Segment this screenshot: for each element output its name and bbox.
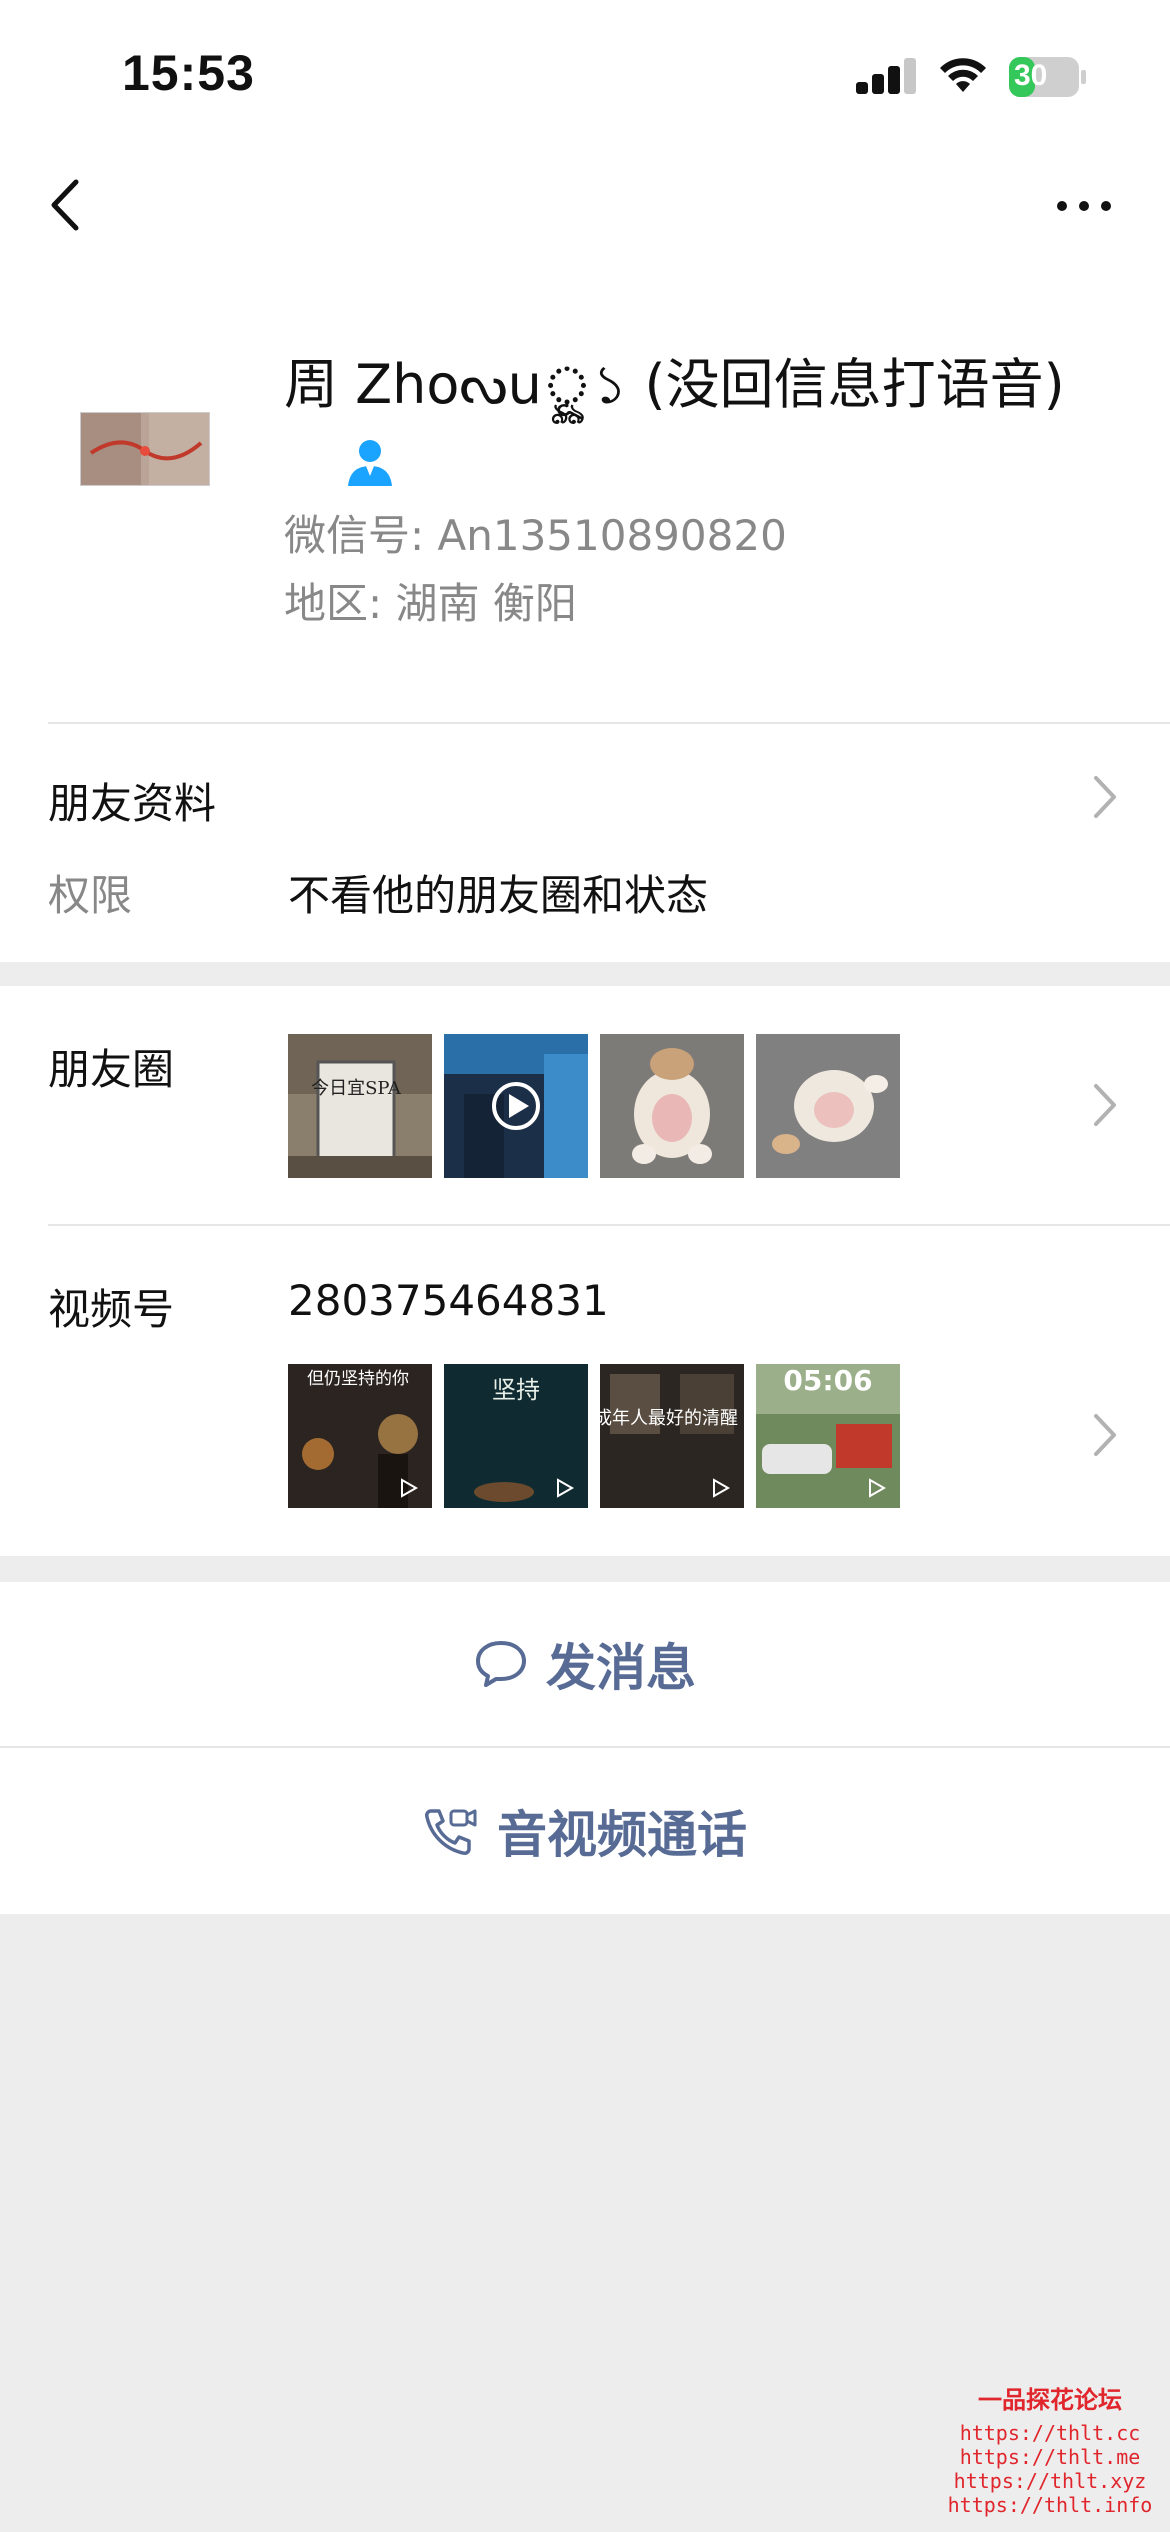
permission-label: 权限 — [48, 871, 133, 920]
moments-thumb-3[interactable] — [600, 1034, 744, 1178]
channels-thumb-1[interactable]: 但仍坚持的你 — [288, 1364, 432, 1508]
avatar[interactable] — [80, 412, 210, 486]
wechat-id: 微信号: An13510890820 — [284, 511, 787, 560]
av-call-label: 音视频通话 — [497, 1806, 747, 1864]
channels-thumb-3-caption: 成年人最好的清醒 — [600, 1408, 738, 1429]
back-arrow-icon[interactable] — [40, 170, 90, 240]
more-options-icon[interactable] — [1052, 186, 1116, 226]
send-message-button[interactable]: 发消息 — [0, 1582, 1170, 1746]
channels-thumb-1-caption: 但仍坚持的你 — [307, 1369, 409, 1389]
friend-info-section[interactable] — [0, 722, 1170, 962]
friend-info-label[interactable]: 朋友资料 — [48, 770, 216, 831]
moments-label: 朋友圈 — [48, 1045, 175, 1094]
watermark-url: https://thlt.cc — [959, 2421, 1141, 2445]
watermark-url: https://thlt.me — [959, 2445, 1141, 2469]
wifi-icon — [940, 58, 986, 92]
moments-thumb-2[interactable] — [444, 1034, 588, 1178]
contact-person-icon — [348, 440, 392, 487]
moments-thumb-4[interactable] — [756, 1034, 900, 1178]
chevron-right-icon — [1094, 1084, 1116, 1126]
battery-level: 30 — [1014, 59, 1048, 92]
divider — [48, 722, 1170, 724]
moments-thumb-1[interactable]: 今日宜SPA — [288, 1034, 432, 1178]
channels-thumb-2[interactable]: 坚持 — [444, 1364, 588, 1508]
permission-value: 不看他的朋友圈和状态 — [288, 871, 709, 920]
channels-thumb-3[interactable]: 成年人最好的清醒 — [600, 1364, 744, 1508]
channels-thumb-2-caption: 坚持 — [492, 1376, 540, 1404]
region: 地区: 湖南 衡阳 — [284, 579, 577, 628]
watermark-url: https://thlt.xyz — [953, 2469, 1147, 2493]
channels-thumb-4-caption: 05:06 — [783, 1364, 872, 1397]
send-message-label: 发消息 — [546, 1639, 696, 1697]
channels-id: 280375464831 — [288, 1276, 609, 1325]
cellular-signal-icon — [856, 58, 916, 94]
battery-icon: 30 — [1008, 56, 1088, 98]
channels-thumb-4[interactable]: 05:06 — [756, 1364, 900, 1508]
chat-bubble-icon — [476, 1641, 526, 1687]
profile-name-row: 周 Zhoᔓuৣূ১ (没回信息打语音) — [284, 348, 1144, 496]
watermark-url: https://thlt.info — [947, 2493, 1153, 2517]
phone-video-icon — [425, 1809, 477, 1855]
status-time: 15:53 — [122, 45, 255, 101]
profile-name: 周 Zhoᔓuৣূ১ (没回信息打语音) — [284, 353, 1065, 416]
channels-label: 视频号 — [48, 1285, 175, 1334]
av-call-button[interactable]: 音视频通话 — [0, 1748, 1170, 1914]
chevron-right-icon — [1094, 1414, 1116, 1456]
moments-thumb-1-caption: 今日宜SPA — [311, 1078, 402, 1099]
watermark: 一品探花论坛 https://thlt.cc https://thlt.me h… — [940, 2380, 1160, 2517]
chevron-right-icon — [1094, 776, 1116, 818]
profile-header — [0, 270, 1170, 722]
nav-bar — [0, 150, 1170, 270]
watermark-title: 一品探花论坛 — [978, 2385, 1122, 2414]
